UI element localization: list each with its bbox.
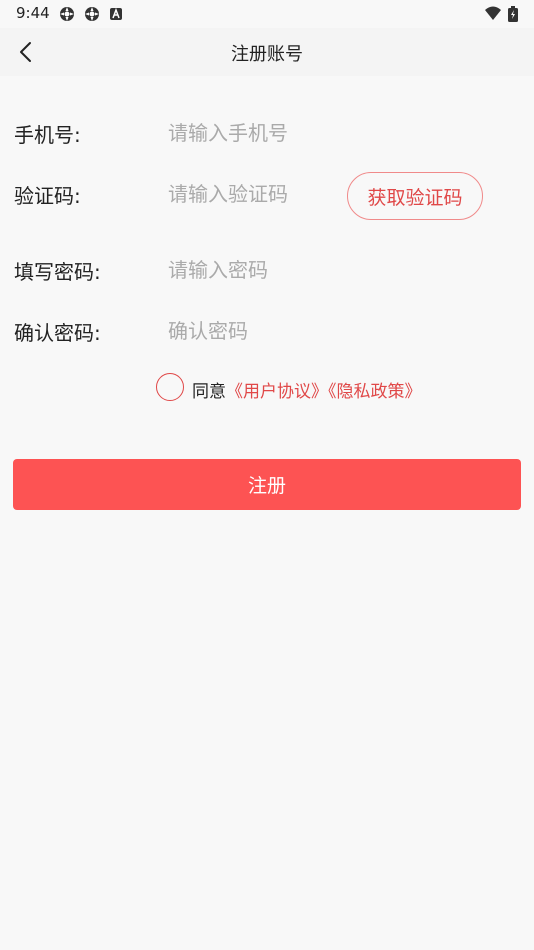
get-code-button[interactable]: 获取验证码 [347,172,483,220]
phone-label: 手机号: [14,123,81,147]
notification-a-icon [109,6,125,22]
password-label: 填写密码: [14,260,101,284]
code-input[interactable] [168,176,338,212]
privacy-policy-link[interactable]: 《隐私政策》 [328,382,422,402]
wifi-icon [484,6,501,22]
agreement-checkbox[interactable] [156,373,184,401]
settings-icon [84,6,100,22]
phone-row: 手机号: [0,113,534,153]
agreement-prefix: 同意 [192,382,226,402]
register-screen: 9:44 注册账号 手机号: 验证码: 获取验证码 填写 [0,0,534,950]
password-input[interactable] [168,252,498,288]
confirm-password-label: 确认密码: [14,321,101,345]
phone-input[interactable] [168,115,498,151]
agreement-text: 同意《用户协议》《隐私政策》 [192,377,422,402]
register-button[interactable]: 注册 [13,459,521,510]
code-label: 验证码: [14,184,81,208]
code-row: 验证码: 获取验证码 [0,172,534,220]
settings-icon [59,6,75,22]
status-bar: 9:44 [0,0,534,28]
status-time: 9:44 [16,4,50,22]
confirm-password-row: 确认密码: [0,311,534,351]
confirm-password-input[interactable] [168,313,498,349]
battery-charging-icon [508,6,524,22]
page-title: 注册账号 [231,44,303,65]
password-row: 填写密码: [0,250,534,290]
nav-bar: 注册账号 [0,28,534,76]
user-agreement-link[interactable]: 《用户协议》 [226,382,328,402]
agreement-row: 同意《用户协议》《隐私政策》 [0,372,534,404]
